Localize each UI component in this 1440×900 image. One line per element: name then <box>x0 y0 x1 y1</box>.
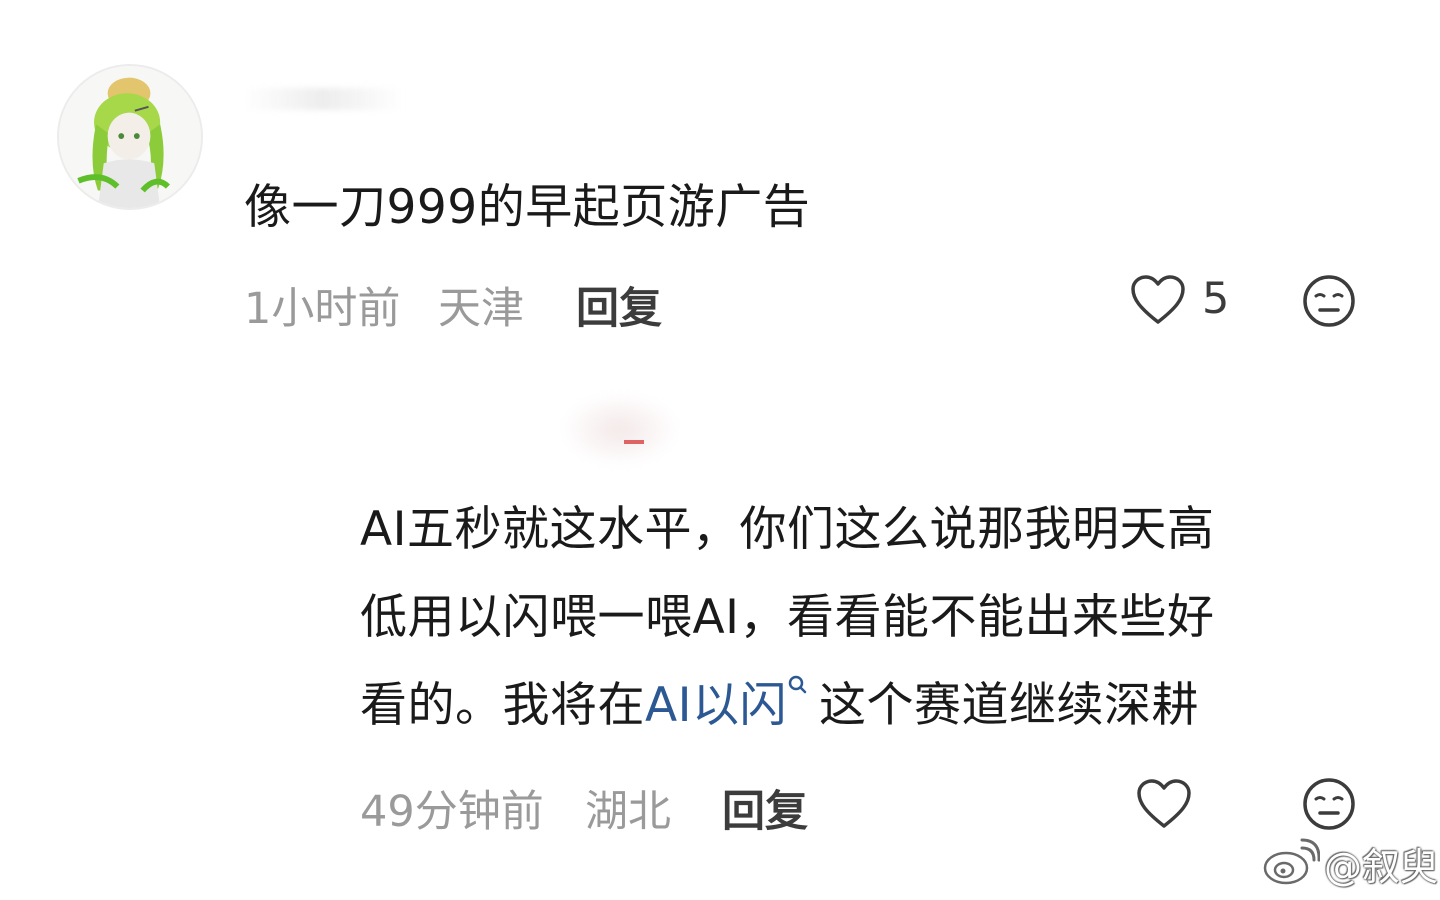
comment-location: 湖北 <box>585 787 671 837</box>
topic-link[interactable]: AI以闪 <box>645 678 787 733</box>
comment-text-line: 低用以闪喂一喂AI，看看能不能出来些好 <box>360 590 1215 645</box>
heart-icon[interactable] <box>1136 778 1192 830</box>
search-icon[interactable] <box>787 674 809 696</box>
comment-time: 49分钟前 <box>360 787 544 837</box>
comment-text-segment: 看的。我将在 <box>360 678 645 733</box>
reply-button[interactable]: 回复 <box>576 274 662 336</box>
comment-time: 1小时前 <box>244 284 401 334</box>
comment-text-line: AI五秒就这水平，你们这么说那我明天高 <box>360 502 1215 557</box>
heart-icon[interactable] <box>1130 274 1186 326</box>
like-count: 5 <box>1202 274 1230 324</box>
comment-text-segment: 这个赛道继续深耕 <box>819 678 1200 733</box>
weibo-logo-icon <box>1263 838 1320 885</box>
username-blurred[interactable] <box>560 392 680 467</box>
comment-page: 像一刀999的早起页游广告 1小时前 天津 回复 5 AI五秒就这水平，你们这么… <box>0 0 1440 900</box>
comment-location: 天津 <box>438 284 524 334</box>
watermark-text: @叙臾 <box>1324 845 1439 889</box>
username-blurred[interactable] <box>243 88 403 110</box>
neutral-face-icon[interactable] <box>1302 777 1356 831</box>
comment-text: AI五秒就这水平，你们这么说那我明天高 低用以闪喂一喂AI，看看能不能出来些好 … <box>360 486 1370 750</box>
neutral-face-icon[interactable] <box>1302 274 1356 328</box>
comment-text-line: 看的。我将在AI以闪 这个赛道继续深耕 <box>360 662 1370 750</box>
reply-button[interactable]: 回复 <box>722 777 808 839</box>
user-badge <box>624 440 644 444</box>
avatar-image <box>59 66 201 208</box>
avatar[interactable] <box>57 64 203 210</box>
comment-text: 像一刀999的早起页游广告 <box>244 180 811 235</box>
